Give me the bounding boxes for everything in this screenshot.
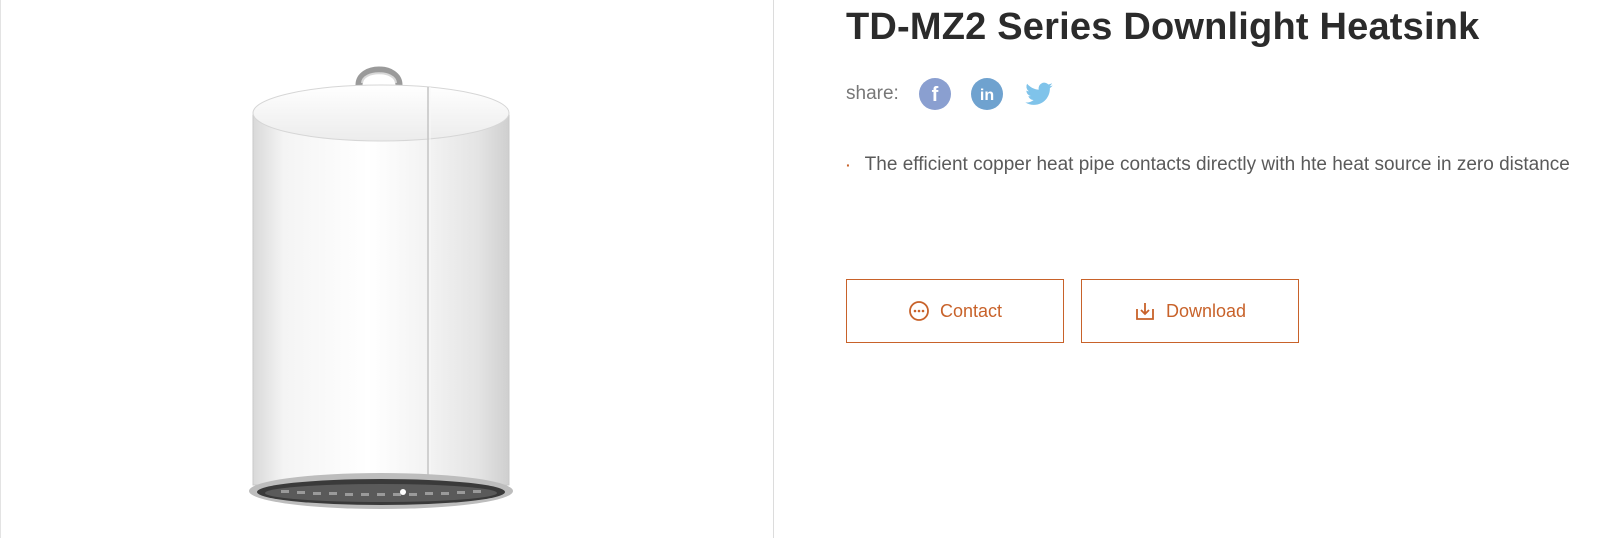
- download-label: Download: [1165, 300, 1247, 321]
- bullet-icon: ·: [846, 157, 851, 173]
- product-title: TD-MZ2 Series Downlight Heatsink: [846, 6, 1480, 48]
- feature-list: · The efficient copper heat pipe contact…: [846, 154, 1570, 176]
- product-image-panel: [0, 0, 774, 538]
- feature-item: · The efficient copper heat pipe contact…: [846, 154, 1570, 176]
- download-button[interactable]: Download: [1081, 279, 1299, 343]
- contact-label: Contact: [939, 300, 1003, 321]
- share-label: share:: [846, 83, 899, 104]
- svg-text:f: f: [931, 84, 938, 106]
- share-bar: share: f in: [846, 76, 1075, 112]
- svg-text:in: in: [980, 87, 994, 104]
- chat-bubble-icon: [908, 300, 930, 322]
- product-image: [249, 66, 513, 509]
- twitter-icon[interactable]: [1023, 78, 1055, 110]
- feature-text: The efficient copper heat pipe contacts …: [864, 154, 1570, 175]
- contact-button[interactable]: Contact: [846, 279, 1064, 343]
- download-icon: [1134, 300, 1156, 322]
- facebook-icon[interactable]: f: [918, 78, 951, 110]
- linkedin-icon[interactable]: in: [970, 78, 1003, 110]
- product-info: TD-MZ2 Series Downlight Heatsink share: …: [846, 0, 1606, 538]
